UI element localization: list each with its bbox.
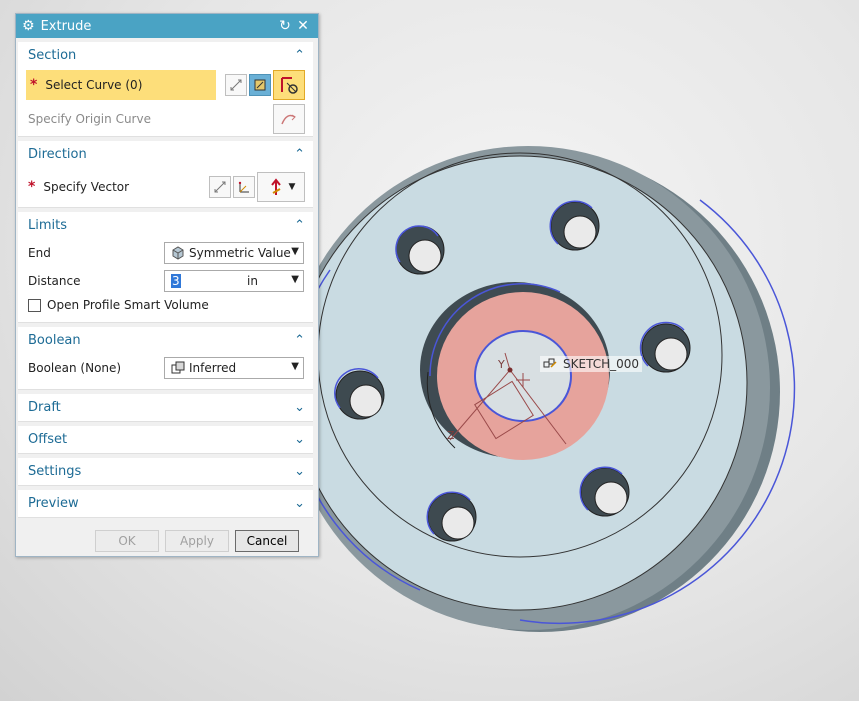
chevron-down-icon[interactable]: ▼: [289, 182, 296, 192]
open-profile-label: Open Profile Smart Volume: [47, 298, 209, 312]
reverse-vector-icon[interactable]: [209, 176, 231, 198]
curve-selector-icon[interactable]: [273, 70, 305, 100]
chevron-down-icon[interactable]: ⌄: [294, 400, 305, 415]
vector-selector-dropdown[interactable]: ▼: [257, 172, 305, 202]
dialog-title: Extrude: [40, 18, 92, 34]
direction-group: Direction ⌃ * Specify Vector ▼: [18, 141, 313, 208]
required-asterisk-icon: *: [28, 179, 36, 195]
section-header[interactable]: Section ⌃: [18, 42, 313, 68]
end-select[interactable]: Symmetric Value ▼: [164, 242, 304, 264]
ok-button[interactable]: OK: [95, 530, 159, 552]
sketch-section-icon[interactable]: [249, 74, 271, 96]
select-curve-step[interactable]: * Select Curve (0): [26, 70, 216, 100]
draft-group: Draft ⌄: [18, 394, 313, 422]
limits-header[interactable]: Limits ⌃: [18, 212, 313, 238]
boolean-label: Boolean (None): [28, 361, 122, 375]
offset-header[interactable]: Offset ⌄: [18, 426, 313, 452]
settings-header[interactable]: Settings ⌄: [18, 458, 313, 484]
chevron-up-icon[interactable]: ⌃: [294, 218, 305, 233]
sketch-label[interactable]: SKETCH_000: [540, 356, 643, 372]
axis-z-label: Z: [447, 429, 455, 442]
apply-button[interactable]: Apply: [165, 530, 229, 552]
section-group: Section ⌃ * Select Curve (0) Specify Ori…: [18, 42, 313, 137]
reset-icon[interactable]: ↻: [276, 18, 294, 34]
specify-vector-label: Specify Vector: [43, 180, 130, 194]
csys-origin: [507, 367, 513, 373]
sketch-name: SKETCH_000: [563, 357, 640, 371]
vector-dialog-icon[interactable]: [233, 176, 255, 198]
close-icon[interactable]: ✕: [294, 18, 312, 34]
chevron-down-icon[interactable]: ▼: [291, 361, 299, 372]
boolean-select[interactable]: Inferred ▼: [164, 357, 304, 379]
preview-group: Preview ⌄: [18, 490, 313, 518]
inferred-boolean-icon: [171, 361, 185, 375]
dialog-titlebar[interactable]: ⚙ Extrude ↻ ✕: [16, 14, 318, 38]
cancel-button[interactable]: Cancel: [235, 530, 299, 552]
chevron-down-icon[interactable]: ⌄: [294, 432, 305, 447]
required-asterisk-icon: *: [30, 77, 38, 93]
axis-y-label: Y: [497, 358, 505, 371]
direction-header[interactable]: Direction ⌃: [18, 141, 313, 167]
end-label: End: [28, 246, 51, 260]
chevron-up-icon[interactable]: ⌃: [294, 333, 305, 348]
distance-label: Distance: [28, 274, 81, 288]
boolean-group: Boolean ⌃ Boolean (None) Inferred ▼: [18, 327, 313, 390]
origin-curve-icon[interactable]: [273, 104, 305, 134]
sketch-icon: [543, 357, 557, 371]
reverse-direction-icon[interactable]: [225, 74, 247, 96]
limits-group: Limits ⌃ End Symmetric Value ▼ Distance …: [18, 212, 313, 323]
chevron-down-icon[interactable]: ⌄: [294, 464, 305, 479]
chevron-down-icon[interactable]: ▼: [291, 246, 299, 257]
distance-unit[interactable]: in: [247, 274, 258, 288]
dialog-footer: OK Apply Cancel: [18, 522, 313, 552]
distance-value[interactable]: 3: [171, 274, 181, 288]
chevron-up-icon[interactable]: ⌃: [294, 147, 305, 162]
settings-group: Settings ⌄: [18, 458, 313, 486]
symmetric-value-icon: [171, 246, 185, 260]
chevron-down-icon[interactable]: ⌄: [294, 496, 305, 511]
origin-curve-label: Specify Origin Curve: [28, 112, 151, 126]
chevron-up-icon[interactable]: ⌃: [294, 48, 305, 63]
boolean-header[interactable]: Boolean ⌃: [18, 327, 313, 353]
draft-header[interactable]: Draft ⌄: [18, 394, 313, 420]
offset-group: Offset ⌄: [18, 426, 313, 454]
extrude-dialog: ⚙ Extrude ↻ ✕ Section ⌃ * Select Curve (…: [15, 13, 319, 557]
chevron-down-icon[interactable]: ▼: [291, 274, 299, 285]
open-profile-checkbox[interactable]: [28, 298, 41, 312]
distance-input[interactable]: 3 in ▼: [164, 270, 304, 292]
gear-icon[interactable]: ⚙: [22, 18, 35, 34]
preview-header[interactable]: Preview ⌄: [18, 490, 313, 516]
